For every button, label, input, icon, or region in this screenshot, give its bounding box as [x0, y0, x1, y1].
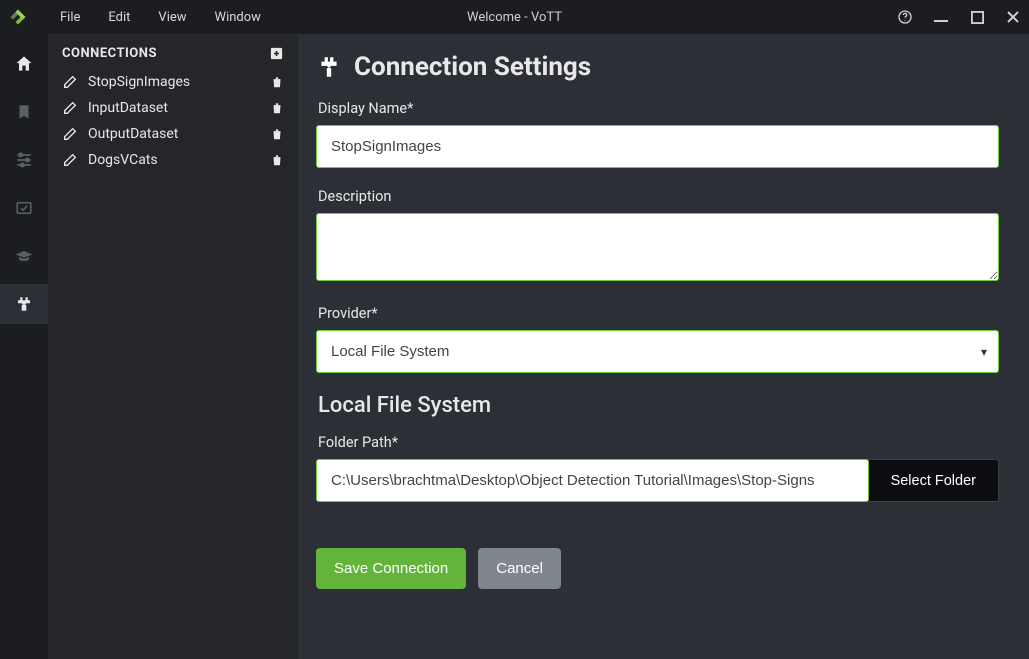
display-name-input[interactable]	[316, 125, 999, 168]
main-content: Connection Settings Display Name* Descri…	[298, 34, 1029, 659]
field-description: Description	[316, 188, 999, 285]
menu-file[interactable]: File	[46, 6, 94, 29]
nav-bookmark[interactable]	[0, 92, 48, 132]
connections-panel: CONNECTIONS StopSignImages InputDataset	[48, 34, 298, 659]
folder-path-input[interactable]	[316, 459, 869, 502]
field-folder-path: Folder Path* Select Folder	[316, 434, 999, 502]
window-controls	[897, 9, 1021, 25]
page-title-text: Connection Settings	[354, 52, 591, 82]
add-connection-icon[interactable]	[269, 46, 284, 61]
close-icon[interactable]	[1005, 9, 1021, 25]
titlebar: File Edit View Window Welcome - VoTT	[0, 0, 1029, 34]
select-folder-button[interactable]: Select Folder	[869, 459, 999, 502]
menu-window[interactable]: Window	[201, 6, 275, 29]
help-icon[interactable]	[897, 9, 913, 25]
menu-edit[interactable]: Edit	[94, 6, 144, 29]
field-provider: Provider* Local File System	[316, 305, 999, 373]
display-name-label: Display Name*	[318, 100, 999, 117]
nav-home[interactable]	[0, 44, 48, 84]
app-logo-icon	[6, 5, 30, 29]
connection-label: DogsVCats	[88, 152, 158, 168]
nav-connections[interactable]	[0, 284, 48, 324]
form-actions: Save Connection Cancel	[316, 548, 999, 589]
connections-header: CONNECTIONS	[58, 42, 288, 69]
delete-connection-icon[interactable]	[270, 101, 284, 115]
connection-label: StopSignImages	[88, 74, 190, 90]
connections-title: CONNECTIONS	[62, 46, 157, 61]
provider-select[interactable]: Local File System	[316, 330, 999, 373]
field-display-name: Display Name*	[316, 100, 999, 168]
app-body: CONNECTIONS StopSignImages InputDataset	[0, 34, 1029, 659]
delete-connection-icon[interactable]	[270, 153, 284, 167]
edit-icon	[62, 152, 78, 168]
delete-connection-icon[interactable]	[270, 127, 284, 141]
nav-rail	[0, 34, 48, 659]
nav-sliders[interactable]	[0, 140, 48, 180]
provider-section-title: Local File System	[318, 393, 999, 418]
window-title: Welcome - VoTT	[467, 10, 562, 25]
nav-export[interactable]	[0, 188, 48, 228]
connection-label: InputDataset	[88, 100, 168, 116]
provider-label: Provider*	[318, 305, 999, 322]
minimize-icon[interactable]	[933, 9, 949, 25]
connection-item[interactable]: DogsVCats	[58, 147, 288, 173]
edit-icon	[62, 74, 78, 90]
edit-icon	[62, 126, 78, 142]
folder-path-label: Folder Path*	[318, 434, 999, 451]
edit-icon	[62, 100, 78, 116]
page-title: Connection Settings	[316, 52, 999, 82]
connection-item[interactable]: StopSignImages	[58, 69, 288, 95]
connection-label: OutputDataset	[88, 126, 178, 142]
save-button[interactable]: Save Connection	[316, 548, 466, 589]
menu-view[interactable]: View	[144, 6, 200, 29]
delete-connection-icon[interactable]	[270, 75, 284, 89]
nav-train[interactable]	[0, 236, 48, 276]
menu-bar: File Edit View Window	[46, 6, 275, 29]
plug-icon	[316, 54, 342, 80]
description-label: Description	[318, 188, 999, 205]
connection-item[interactable]: InputDataset	[58, 95, 288, 121]
cancel-button[interactable]: Cancel	[478, 548, 561, 589]
connection-item[interactable]: OutputDataset	[58, 121, 288, 147]
description-input[interactable]	[316, 213, 999, 281]
maximize-icon[interactable]	[969, 9, 985, 25]
